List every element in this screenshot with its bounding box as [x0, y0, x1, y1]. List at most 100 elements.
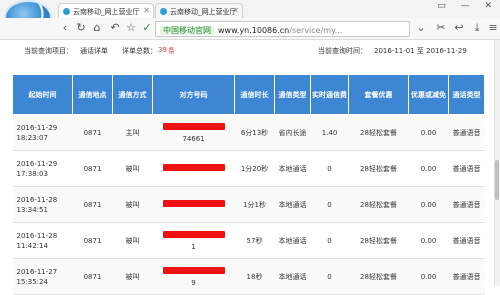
home-icon[interactable]: ⌂ [90, 21, 104, 34]
cell-number: 9 [152, 258, 235, 295]
cell-place: 0871 [72, 186, 113, 223]
query-total-label: 详单总数： [122, 47, 157, 55]
star-icon[interactable]: ☆ [124, 21, 138, 34]
cell-place: 0871 [72, 114, 113, 151]
close-tab-icon[interactable]: ✕ [143, 6, 150, 15]
query-total-value: 39 [158, 46, 167, 54]
url-path: /service/my... [289, 26, 343, 35]
browser-tab[interactable]: 云南移动_网上营业厅 ✕ [155, 3, 243, 18]
redaction-mark [162, 164, 225, 171]
vertical-scrollbar[interactable] [494, 40, 500, 286]
window-controls[interactable]: ▭ — ✕ [437, 1, 498, 11]
cell-mode: 被叫 [112, 222, 153, 259]
cell-call-type: 普通语音 [448, 114, 485, 151]
cell-fee: 0 [310, 150, 349, 187]
site-label: 中国移动官网 [160, 26, 214, 35]
query-period-value: 2016-11-01 至 2016-11-29 [374, 47, 467, 55]
cell-package: 28轻松套餐 [348, 222, 409, 259]
download-icon[interactable]: ⤓ [470, 21, 484, 35]
cell-fee: 0 [310, 258, 349, 295]
column-header: 对方号码 [152, 74, 235, 115]
cell-package: 28轻松套餐 [348, 258, 409, 295]
cell-place: 0871 [72, 258, 113, 295]
tab-title: 云南移动_网上营业厅 [73, 8, 140, 16]
column-header: 套餐优惠 [348, 74, 409, 115]
column-header: 通信地点 [72, 74, 113, 115]
cell-mode: 被叫 [112, 258, 153, 295]
refresh-icon[interactable]: ↻ [74, 21, 88, 34]
cell-mode: 被叫 [112, 150, 153, 187]
cell-type: 本地通话 [274, 222, 311, 259]
close-tab-icon[interactable]: ✕ [232, 6, 239, 15]
back-history-icon[interactable]: ↶ [108, 21, 122, 34]
cell-number [152, 186, 235, 223]
cell-call-type: 普通语音 [448, 186, 485, 223]
query-project-label: 当前查询项目： [24, 47, 73, 55]
cell-time: 2016-11-28 13:34:51 [12, 186, 73, 223]
cell-duration: 18秒 [234, 258, 275, 295]
number-tail: 1 [191, 242, 196, 251]
tab-favicon-icon [63, 8, 70, 15]
menu-icon[interactable]: ≡ [486, 21, 500, 34]
address-bar[interactable]: 中国移动官网 www.yn.10086.cn/service/my... [155, 21, 410, 37]
scrollbar-thumb[interactable] [495, 160, 499, 200]
query-project-value: 通话详单 [80, 47, 108, 55]
cell-fee: 0 [310, 186, 349, 223]
column-header: 通信类型 [274, 74, 311, 115]
number-tail: 9 [191, 278, 196, 287]
cell-duration: 1分20秒 [234, 150, 275, 187]
query-period-label: 当前查询时间： [318, 47, 367, 55]
column-header: 通话类型 [448, 74, 485, 115]
redaction-mark [162, 267, 225, 274]
cell-time: 2016-11-29 18:23:07 [12, 114, 73, 151]
cell-discount: 0.00 [408, 222, 449, 259]
cell-number [152, 150, 235, 187]
cell-call-type: 普通语音 [448, 222, 485, 259]
undo-icon[interactable]: ↩ [452, 21, 466, 34]
cell-discount: 0.00 [408, 258, 449, 295]
url-host: www.yn.10086.cn [218, 26, 290, 35]
cell-mode: 主叫 [112, 114, 153, 151]
tab-favicon-icon [160, 8, 167, 15]
browser-tab-active[interactable]: 云南移动_网上营业厅 ✕ [58, 3, 154, 18]
cell-duration: 57秒 [234, 222, 275, 259]
table-row: 2016-11-28 11:42:14 0871 被叫 1 57秒 本地通话 0… [12, 222, 485, 259]
table-header-row: 起始时间 通信地点 通信方式 对方号码 通信时长 通信类型 实时通信费 套餐优惠… [12, 74, 485, 115]
cell-type: 本地通话 [274, 186, 311, 223]
cell-package: 28轻松套餐 [348, 114, 409, 151]
tab-title: 云南移动_网上营业厅 [170, 8, 237, 16]
cell-mode: 被叫 [112, 186, 153, 223]
cell-package: 28轻松套餐 [348, 186, 409, 223]
table-row: 2016-11-29 17:38:03 0871 被叫 1分20秒 本地通话 0… [12, 150, 485, 187]
table-row: 2016-11-27 15:35:24 0871 被叫 9 18秒 本地通话 0… [12, 258, 485, 295]
cell-number: 74661 [152, 114, 235, 151]
back-arrow-icon[interactable]: ‹ [58, 21, 72, 34]
security-check-icon: ✓ [142, 21, 152, 34]
cell-type: 本地通话 [274, 258, 311, 295]
cell-package: 28轻松套餐 [348, 150, 409, 187]
column-header: 起始时间 [12, 74, 73, 115]
title-bar: 云南移动_网上营业厅 ✕ 云南移动_网上营业厅 ✕ ▭ — ✕ [0, 0, 500, 34]
column-header: 实时通信费 [310, 74, 349, 115]
column-header: 通信时长 [234, 74, 275, 115]
redaction-mark [162, 123, 225, 130]
dropdown-chevron-icon[interactable]: ⌄ [414, 21, 428, 34]
cell-time: 2016-11-28 11:42:14 [12, 222, 73, 259]
cell-time: 2016-11-27 15:35:24 [12, 258, 73, 295]
cell-fee: 0 [310, 222, 349, 259]
redaction-mark [162, 200, 225, 207]
cell-time: 2016-11-29 17:38:03 [12, 150, 73, 187]
column-header: 优惠或减免 [408, 74, 449, 115]
cell-fee: 1.40 [310, 114, 349, 151]
query-info-bar: 当前查询项目： 通话详单 详单总数： 39 条 当前查询时间： 2016-11-… [0, 40, 494, 62]
cell-number: 1 [152, 222, 235, 259]
browser-toolbar: ‹ ↻ ⌂ ↶ ☆ ✓ 中国移动官网 www.yn.10086.cn/servic… [0, 18, 500, 40]
cell-call-type: 普通语音 [448, 150, 485, 187]
tools-icon[interactable]: ✂ [434, 21, 448, 34]
column-header: 通信方式 [112, 74, 153, 115]
cell-type: 省内长途 [274, 114, 311, 151]
call-detail-table: 起始时间 通信地点 通信方式 对方号码 通信时长 通信类型 实时通信费 套餐优惠… [12, 74, 485, 295]
cell-duration: 6分13秒 [234, 114, 275, 151]
cell-duration: 1分1秒 [234, 186, 275, 223]
table-row: 2016-11-28 13:34:51 0871 被叫 1分1秒 本地通话 0 … [12, 186, 485, 223]
